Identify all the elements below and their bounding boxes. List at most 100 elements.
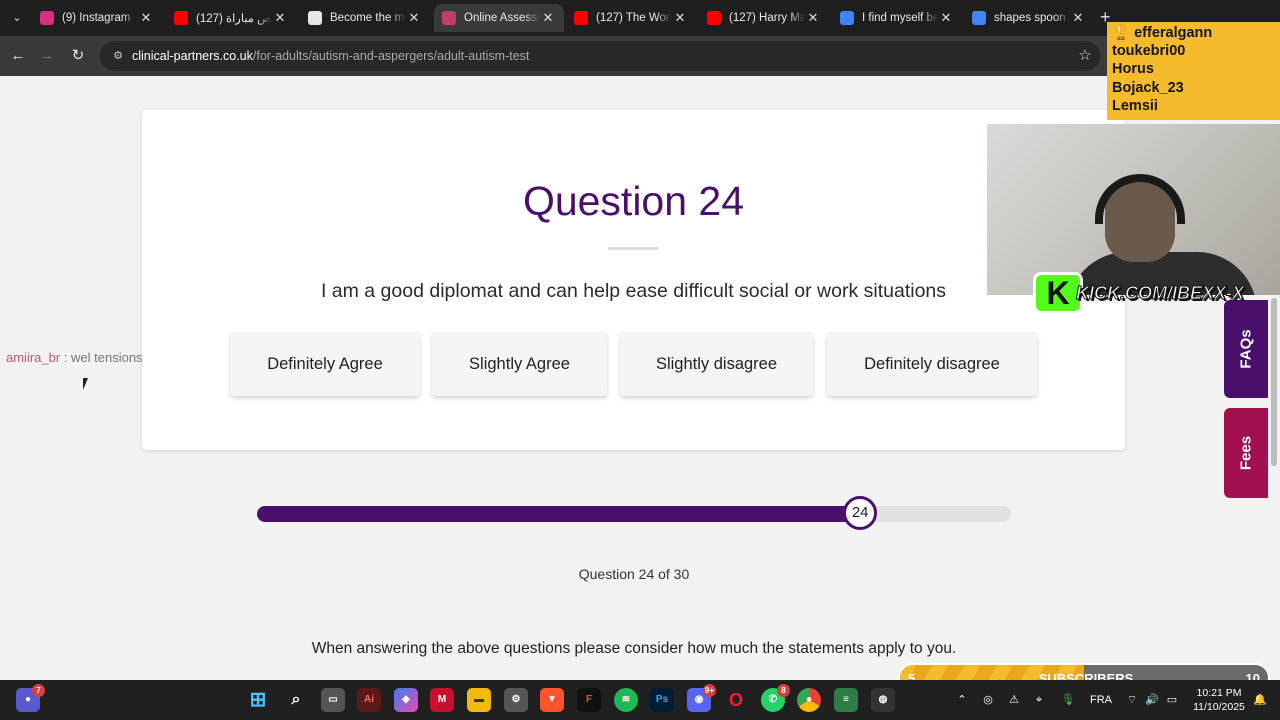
clock-time: 10:21 PM <box>1196 687 1242 699</box>
top-viewers-overlay: 🏆 efferalgann toukebri00 Horus Bojack_23… <box>1107 22 1280 120</box>
tray-location-icon[interactable]: ⌖ <box>1031 680 1047 720</box>
question-text: I am a good diplomat and can help ease d… <box>320 280 947 302</box>
browser-tab[interactable]: (127) The World ✕ <box>566 4 696 32</box>
figma-icon[interactable]: F <box>577 688 601 712</box>
youtube-icon <box>707 11 721 25</box>
spotify-icon[interactable]: ≋ <box>614 688 638 712</box>
browser-tab[interactable]: Online Assessment✕ <box>434 4 564 32</box>
browser-tab[interactable]: (127) Harry Mack✕ <box>699 4 829 32</box>
discord-icon[interactable]: ◉ 9+ <box>687 684 716 712</box>
close-tab-icon[interactable]: ✕ <box>272 10 288 26</box>
instagram-icon <box>40 11 54 25</box>
url-text: clinical-partners.co.uk/for-adults/autis… <box>132 49 529 63</box>
browser-tab[interactable]: Become the most✕ <box>300 4 430 32</box>
tab-title: I find myself bec <box>862 12 938 24</box>
question-card: Question 24 I am a good diplomat and can… <box>142 110 1125 450</box>
tab-search-icon[interactable]: ⌄ <box>6 7 28 29</box>
obs-icon[interactable]: ◍ <box>871 688 895 712</box>
answer-slightly-disagree[interactable]: Slightly disagree <box>620 332 813 396</box>
language-indicator[interactable]: FRA <box>1088 680 1114 720</box>
reload-icon[interactable]: ↻ <box>67 45 89 67</box>
forward-arrow-icon[interactable]: → <box>36 45 58 67</box>
mouse-cursor-icon <box>83 378 93 390</box>
tab-title: Online Assessment <box>464 12 540 24</box>
tab-title: Become the most <box>330 12 406 24</box>
browser-tab[interactable]: shapes spoon - I✕ <box>964 4 1094 32</box>
tray-app-icon[interactable]: ◎ <box>980 680 996 720</box>
webcam-feed <box>987 124 1280 295</box>
scrollbar-thumb[interactable] <box>1271 298 1277 466</box>
progress-label: Question 24 of 30 <box>578 566 690 582</box>
browser-toolbar: ← → ↻ ⚙ clinical-partners.co.uk/for-adul… <box>0 36 1280 76</box>
top-viewer-2: toukebri00 <box>1112 43 1186 60</box>
opera-icon[interactable]: O <box>724 688 748 712</box>
top-viewer-5: Lemsii <box>1112 97 1158 114</box>
tab-title: shapes spoon - I <box>994 12 1070 24</box>
answer-definitely-disagree[interactable]: Definitely disagree <box>827 332 1037 396</box>
chat-username: amiira_br <box>6 350 61 365</box>
youtube-icon <box>174 11 188 25</box>
whatsapp-icon[interactable]: ✆ 8 <box>761 684 790 712</box>
illustrator-icon[interactable]: Ai <box>357 688 381 712</box>
notification-bell-icon[interactable]: 🔔 <box>1252 680 1268 720</box>
battery-icon[interactable]: ▭ <box>1164 680 1180 720</box>
browser-tab[interactable]: I find myself bec ✕ <box>832 4 962 32</box>
widget-icon[interactable]: ● 7 <box>16 684 45 712</box>
chat-text: : wel tensions <box>60 350 143 365</box>
1st-icon <box>308 11 322 25</box>
close-tab-icon[interactable]: ✕ <box>672 10 688 26</box>
task-view-icon[interactable]: ▭ <box>321 688 345 712</box>
discord-badge: 9+ <box>702 684 716 697</box>
progress-fill <box>257 506 861 522</box>
browser-tab[interactable]: (127) ملخص مباراة✕ <box>166 4 296 32</box>
file-explorer-icon[interactable]: ▬ <box>467 688 491 712</box>
progress-bar: 24 <box>257 496 1011 530</box>
progress-indicator: 24 <box>843 496 878 530</box>
browser-tab[interactable]: (9) Instagram ✕ <box>32 4 162 32</box>
copilot-icon[interactable]: ◆ <box>394 688 418 712</box>
tab-title: (127) ملخص مباراة <box>196 13 272 25</box>
close-tab-icon[interactable]: ✕ <box>540 10 556 26</box>
photoshop-icon[interactable]: Ps <box>650 688 674 712</box>
fees-tab[interactable]: Fees <box>1224 408 1268 498</box>
close-tab-icon[interactable]: ✕ <box>138 10 154 26</box>
microphone-icon[interactable]: 🎙 <box>1060 680 1076 720</box>
close-tab-icon[interactable]: ✕ <box>938 10 954 26</box>
answer-definitely-agree[interactable]: Definitely Agree <box>230 332 420 396</box>
mcafee-icon[interactable]: M <box>430 688 454 712</box>
instructions-text: When answering the above questions pleas… <box>311 640 957 657</box>
google-icon <box>972 11 986 25</box>
clinical-partners-icon <box>442 11 456 25</box>
tab-title: (9) Instagram <box>62 12 131 24</box>
bluestacks-icon[interactable]: ≡ <box>834 688 858 712</box>
chrome-icon[interactable]: ● <box>797 688 821 712</box>
top-viewer-3: Horus <box>1112 61 1154 78</box>
tab-title: (127) Harry Mack <box>729 12 805 24</box>
clock-date: 11/10/2025 <box>1193 701 1245 713</box>
site-info-icon[interactable]: ⚙ <box>110 48 126 64</box>
tab-title: (127) The World <box>596 12 672 24</box>
brave-icon[interactable]: ▼ <box>540 688 564 712</box>
system-clock[interactable]: 10:21 PM 11/10/2025 <box>1186 686 1252 714</box>
tray-overflow-icon[interactable]: ⌃ <box>955 680 969 720</box>
tray-warning-icon[interactable]: ⚠ <box>1006 680 1022 720</box>
close-tab-icon[interactable]: ✕ <box>805 10 821 26</box>
title-divider <box>608 247 658 250</box>
settings-gear-icon[interactable]: ⚙ <box>504 688 528 712</box>
answer-slightly-agree[interactable]: Slightly Agree <box>432 332 607 396</box>
kick-url-text: KICK.COM/IBEXX-X <box>1075 283 1245 304</box>
whatsapp-badge: 8 <box>777 684 790 697</box>
address-bar[interactable]: ⚙ clinical-partners.co.uk/for-adults/aut… <box>100 41 1100 71</box>
search-icon[interactable]: ⌕ <box>284 688 308 712</box>
windows-taskbar: ● 7 ⊞ ⌕ ▭ Ai ◆ M ▬ ⚙ ▼ F ≋ Ps ◉ 9+ O ✆ 8 ● … <box>0 680 1280 720</box>
volume-icon[interactable]: 🔊 <box>1144 680 1160 720</box>
close-tab-icon[interactable]: ✕ <box>1070 10 1086 26</box>
windows-start-icon[interactable]: ⊞ <box>246 688 270 712</box>
wifi-icon[interactable]: ⌔ <box>1124 680 1140 720</box>
faqs-tab[interactable]: FAQs <box>1224 300 1268 398</box>
back-arrow-icon[interactable]: ← <box>7 45 29 67</box>
widget-badge: 7 <box>32 684 45 697</box>
close-tab-icon[interactable]: ✕ <box>406 10 422 26</box>
top-viewer-1: 🏆 efferalgann <box>1112 25 1213 41</box>
bookmark-star-icon[interactable]: ☆ <box>1076 47 1094 65</box>
